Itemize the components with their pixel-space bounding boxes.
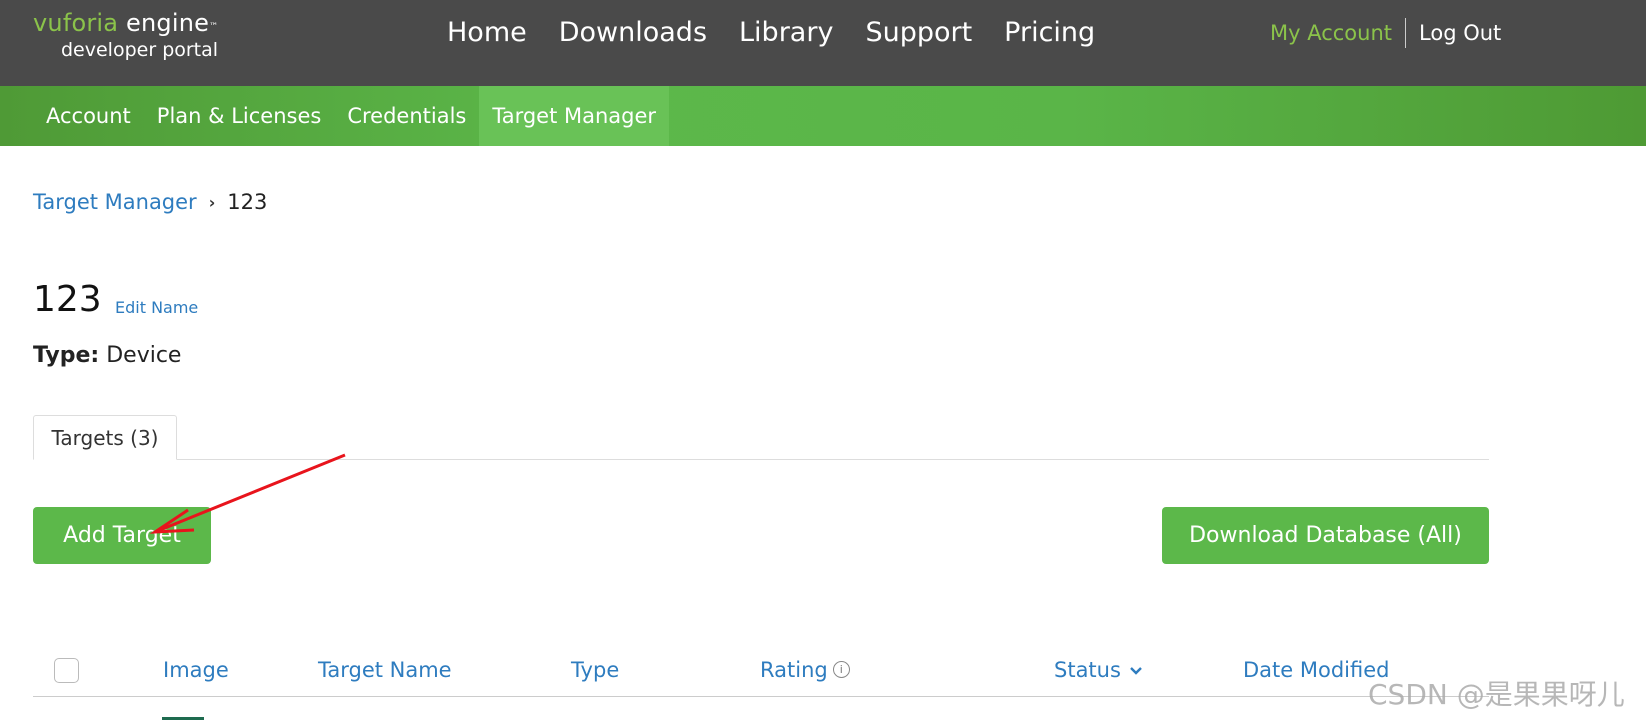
database-type: Type: Device <box>33 343 181 368</box>
column-target-name-label: Target Name <box>318 658 452 682</box>
sub-nav: Account Plan & Licenses Credentials Targ… <box>0 86 1646 146</box>
chevron-down-icon[interactable] <box>1129 657 1143 681</box>
download-database-button[interactable]: Download Database (All) <box>1162 507 1489 564</box>
subnav-plan-licenses[interactable]: Plan & Licenses <box>144 86 335 146</box>
nav-downloads[interactable]: Downloads <box>559 16 707 50</box>
main-nav: Home Downloads Library Support Pricing <box>447 16 1095 50</box>
my-account-link[interactable]: My Account <box>1270 21 1392 45</box>
type-value: Device <box>106 343 182 368</box>
nav-library[interactable]: Library <box>739 16 833 50</box>
column-rating-label: Rating <box>760 658 828 682</box>
info-icon[interactable]: i <box>832 660 850 678</box>
column-status[interactable]: Status <box>1054 658 1143 683</box>
edit-name-link[interactable]: Edit Name <box>115 298 198 317</box>
select-all-checkbox[interactable] <box>54 658 79 683</box>
logo-product: engine <box>126 9 210 37</box>
column-status-label: Status <box>1054 658 1121 682</box>
column-image-label: Image <box>163 658 229 682</box>
nav-support[interactable]: Support <box>865 16 972 50</box>
account-nav: My Account Log Out <box>1270 18 1501 48</box>
breadcrumb-current: 123 <box>227 190 268 214</box>
column-target-name[interactable]: Target Name <box>318 658 452 682</box>
table-header-divider <box>33 696 1489 697</box>
csdn-watermark: CSDN @是果果呀儿 <box>1368 678 1625 711</box>
logo-subtitle: developer portal <box>61 39 219 61</box>
breadcrumb-target-manager[interactable]: Target Manager <box>33 190 197 214</box>
tab-targets[interactable]: Targets (3) <box>33 415 177 460</box>
subnav-credentials[interactable]: Credentials <box>334 86 479 146</box>
targets-table-header: Image Target Name Type Rating i Status Da… <box>33 650 1489 696</box>
log-out-link[interactable]: Log Out <box>1419 21 1501 45</box>
nav-pricing[interactable]: Pricing <box>1004 16 1095 50</box>
column-type-label: Type <box>571 658 620 682</box>
add-target-button[interactable]: Add Target <box>33 507 211 564</box>
type-label: Type: <box>33 343 100 368</box>
logo-brand: vuforia <box>33 9 119 37</box>
subnav-target-manager[interactable]: Target Manager <box>479 86 670 146</box>
top-header: vuforia engine™ developer portal Home Do… <box>0 0 1646 86</box>
tabs-divider <box>33 459 1489 460</box>
logo-trademark: ™ <box>209 22 219 32</box>
account-divider <box>1405 18 1407 48</box>
breadcrumb: Target Manager › 123 <box>33 190 267 214</box>
column-rating[interactable]: Rating i <box>760 658 850 682</box>
page-title: 123 <box>33 279 102 320</box>
vuforia-logo[interactable]: vuforia engine™ developer portal <box>33 8 218 62</box>
chevron-right-icon: › <box>208 192 216 212</box>
column-image[interactable]: Image <box>163 658 229 682</box>
nav-home[interactable]: Home <box>447 16 527 50</box>
column-type[interactable]: Type <box>571 658 619 682</box>
subnav-account[interactable]: Account <box>0 86 144 146</box>
